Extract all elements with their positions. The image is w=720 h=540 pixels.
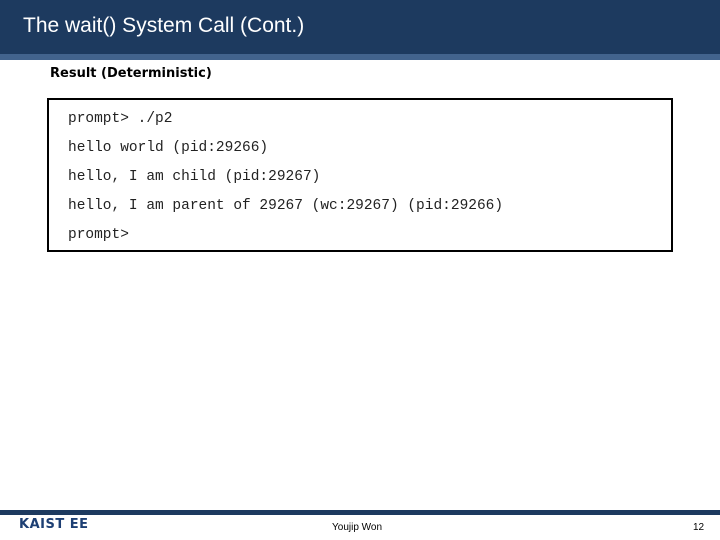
page-number: 12 (693, 522, 705, 533)
terminal-line: prompt> (68, 227, 129, 243)
footer-divider (0, 510, 720, 515)
slide-header: The wait() System Call (Cont.) (0, 0, 720, 54)
terminal-line: prompt> ./p2 (68, 111, 173, 127)
section-heading: Result (Deterministic) (50, 66, 212, 81)
terminal-line: hello world (pid:29266) (68, 140, 269, 156)
terminal-line: hello, I am child (pid:29267) (68, 169, 321, 185)
terminal-line: hello, I am parent of 29267 (wc:29267) (… (68, 198, 504, 214)
terminal-output-box: prompt> ./p2 hello world (pid:29266) hel… (47, 98, 673, 252)
footer-author: Youjip Won (332, 522, 383, 533)
header-accent-stripe (0, 54, 720, 60)
slide-title: The wait() System Call (Cont.) (23, 14, 305, 37)
kaist-ee-logo: KAIST EE (19, 517, 89, 532)
